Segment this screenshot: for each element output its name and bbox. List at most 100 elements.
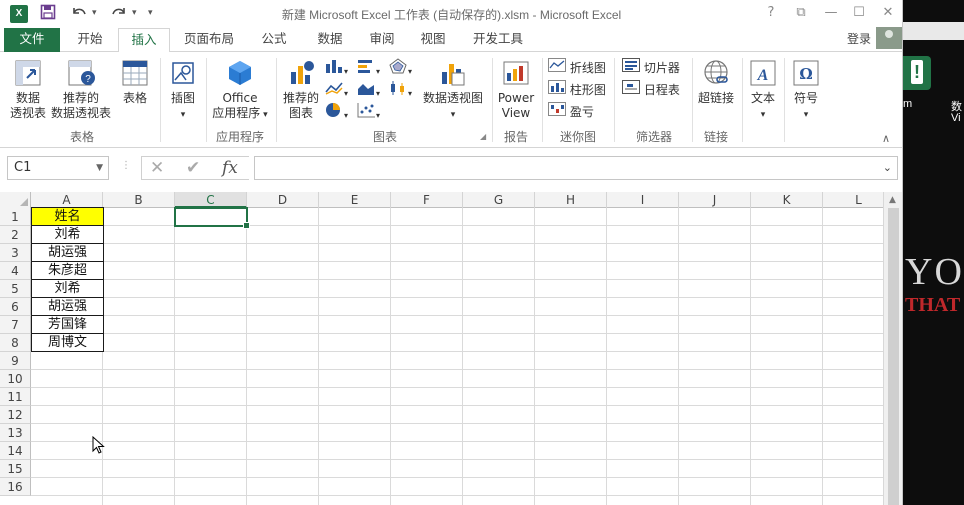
tab-page-layout[interactable]: 页面布局 bbox=[176, 28, 242, 52]
power-view-button[interactable]: Power View bbox=[494, 58, 538, 121]
tab-insert[interactable]: 插入 bbox=[118, 28, 170, 53]
name-cell[interactable]: 刘希 bbox=[31, 279, 104, 298]
active-cell-selection[interactable] bbox=[174, 207, 250, 229]
scatter-chart-icon bbox=[357, 103, 375, 118]
recommended-pivot-button[interactable]: ? 推荐的 数据透视表 bbox=[50, 58, 112, 121]
group-separator bbox=[492, 58, 493, 142]
text-button[interactable]: A 文本 ▾ bbox=[746, 58, 780, 123]
row-header-6[interactable]: 6 bbox=[0, 298, 31, 316]
row-header-10[interactable]: 10 bbox=[0, 370, 31, 388]
column-header-i[interactable]: I bbox=[607, 192, 679, 208]
bar-chart-dropdown-icon: ▾ bbox=[376, 67, 381, 76]
row-header-7[interactable]: 7 bbox=[0, 316, 31, 334]
tab-developer[interactable]: 开发工具 bbox=[462, 28, 534, 52]
column-header-j[interactable]: J bbox=[679, 192, 751, 208]
column-header-g[interactable]: G bbox=[463, 192, 535, 208]
name-cell[interactable]: 周博文 bbox=[31, 333, 104, 352]
column-header-b[interactable]: B bbox=[103, 192, 175, 208]
row-header-5[interactable]: 5 bbox=[0, 280, 31, 298]
recommended-charts-button[interactable]: 推荐的 图表 bbox=[280, 58, 322, 121]
table-button[interactable]: 表格 bbox=[116, 58, 154, 106]
row-header-3[interactable]: 3 bbox=[0, 244, 31, 262]
collapse-ribbon-icon[interactable]: ∧ bbox=[882, 132, 890, 145]
tab-view[interactable]: 视图 bbox=[408, 28, 458, 52]
name-box-value: C1 bbox=[14, 160, 32, 175]
vertical-scrollbar[interactable]: ▲ bbox=[883, 192, 902, 505]
column-header-e[interactable]: E bbox=[319, 192, 391, 208]
name-cell[interactable]: 胡运强 bbox=[31, 297, 104, 316]
sparkline-column-button[interactable]: 柱形图 bbox=[548, 80, 606, 98]
row-header-14[interactable]: 14 bbox=[0, 442, 31, 460]
name-box-dropdown-icon[interactable]: ▼ bbox=[96, 157, 103, 179]
ribbon-display-button[interactable]: ⧉ bbox=[788, 3, 814, 23]
line-chart-button[interactable]: ▾ bbox=[324, 80, 348, 98]
office-apps-button[interactable]: Office 应用程序 ▾ bbox=[208, 58, 272, 123]
desktop-app-icon[interactable]: ! bbox=[903, 56, 931, 90]
expand-formula-bar-icon[interactable]: ⌄ bbox=[883, 161, 892, 174]
row-header-9[interactable]: 9 bbox=[0, 352, 31, 370]
formula-bar-splitter-icon[interactable]: ⋮ bbox=[121, 160, 131, 171]
sign-in-link[interactable]: 登录 bbox=[847, 30, 871, 47]
column-header-d[interactable]: D bbox=[247, 192, 319, 208]
pivot-chart-button[interactable]: 数据透视图 ▾ bbox=[420, 58, 486, 123]
sparkline-line-button[interactable]: 折线图 bbox=[548, 58, 606, 76]
column-header-a[interactable]: A bbox=[31, 192, 103, 208]
cancel-edit-icon[interactable]: ✕ bbox=[150, 157, 164, 179]
scrollbar-thumb[interactable] bbox=[888, 208, 899, 505]
office-apps-label-1: Office bbox=[222, 91, 258, 105]
area-chart-button[interactable]: ▾ bbox=[356, 80, 380, 98]
bar-chart-button[interactable]: ▾ bbox=[356, 58, 380, 76]
formula-input[interactable]: ⌄ bbox=[254, 156, 898, 180]
tab-home[interactable]: 开始 bbox=[64, 28, 116, 52]
recommended-charts-label-2: 图表 bbox=[288, 106, 313, 120]
column-chart-button[interactable]: ▾ bbox=[324, 58, 348, 76]
column-header-f[interactable]: F bbox=[391, 192, 463, 208]
row-header-11[interactable]: 11 bbox=[0, 388, 31, 406]
column-header-h[interactable]: H bbox=[535, 192, 607, 208]
tab-data[interactable]: 数据 bbox=[304, 28, 356, 52]
scatter-chart-button[interactable]: ▾ bbox=[356, 102, 380, 120]
account-avatar[interactable] bbox=[876, 27, 902, 49]
row-header-8[interactable]: 8 bbox=[0, 334, 31, 352]
close-button[interactable]: ✕ bbox=[875, 3, 901, 23]
stock-chart-button[interactable]: ▾ bbox=[388, 80, 412, 98]
sparkline-winloss-button[interactable]: 盈亏 bbox=[548, 102, 594, 120]
name-cell[interactable]: 刘希 bbox=[31, 225, 104, 244]
illustrations-button[interactable]: 插图 ▾ bbox=[164, 58, 202, 123]
group-separator bbox=[692, 58, 693, 142]
pivot-table-button[interactable]: 数据 透视表 bbox=[8, 58, 48, 121]
tab-formulas[interactable]: 公式 bbox=[248, 28, 300, 52]
cell-area[interactable] bbox=[31, 208, 883, 505]
charts-dialog-launcher-icon[interactable]: ◢ bbox=[480, 132, 486, 141]
minimize-button[interactable]: — bbox=[818, 3, 844, 23]
pie-chart-button[interactable]: ▾ bbox=[324, 102, 348, 120]
column-header-k[interactable]: K bbox=[751, 192, 823, 208]
tab-file[interactable]: 文件 bbox=[4, 28, 60, 52]
confirm-edit-icon[interactable]: ✔ bbox=[186, 157, 200, 179]
row-header-15[interactable]: 15 bbox=[0, 460, 31, 478]
row-header-12[interactable]: 12 bbox=[0, 406, 31, 424]
name-cell[interactable]: 芳国锋 bbox=[31, 315, 104, 334]
maximize-button[interactable]: ☐ bbox=[846, 3, 872, 23]
scroll-up-icon[interactable]: ▲ bbox=[889, 195, 896, 205]
column-header-c[interactable]: C bbox=[175, 192, 247, 208]
help-button[interactable]: ? bbox=[758, 3, 784, 23]
timeline-button[interactable]: 日程表 bbox=[622, 80, 680, 98]
name-cell[interactable]: 朱彦超 bbox=[31, 261, 104, 280]
slicer-button[interactable]: 切片器 bbox=[622, 58, 680, 76]
insert-function-icon[interactable]: fx bbox=[222, 157, 238, 179]
row-header-1[interactable]: 1 bbox=[0, 208, 31, 226]
select-all-button[interactable] bbox=[0, 192, 31, 208]
row-header-4[interactable]: 4 bbox=[0, 262, 31, 280]
symbol-button[interactable]: Ω 符号 ▾ bbox=[788, 58, 824, 123]
name-cell[interactable]: 胡运强 bbox=[31, 243, 104, 262]
row-header-16[interactable]: 16 bbox=[0, 478, 31, 496]
name-box[interactable]: C1 ▼ bbox=[7, 156, 109, 180]
row-header-2[interactable]: 2 bbox=[0, 226, 31, 244]
name-header-cell[interactable]: 姓名 bbox=[31, 207, 104, 226]
worksheet-grid[interactable]: ABCDEFGHIJKL 1 2 3 4 5 6 7 8 9 10 11 12 13 14 15 16 姓名刘… bbox=[0, 192, 902, 505]
tab-review[interactable]: 审阅 bbox=[356, 28, 408, 52]
radar-chart-button[interactable]: ▾ bbox=[388, 58, 412, 76]
row-header-13[interactable]: 13 bbox=[0, 424, 31, 442]
hyperlink-button[interactable]: 超链接 bbox=[696, 58, 736, 106]
